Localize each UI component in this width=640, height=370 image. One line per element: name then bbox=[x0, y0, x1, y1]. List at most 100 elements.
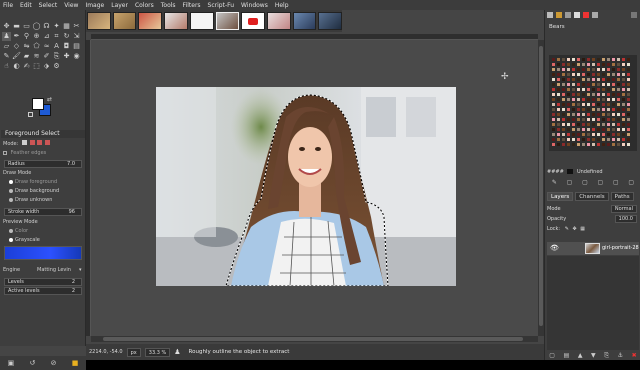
paths-tool-icon[interactable]: ✒ bbox=[12, 32, 21, 41]
refresh-icon[interactable]: ▢ bbox=[598, 179, 604, 187]
preview-color-radio[interactable]: Color bbox=[9, 228, 28, 234]
feather-row[interactable]: Feather edges bbox=[3, 150, 46, 156]
ink-tool-icon[interactable]: ✐ bbox=[42, 52, 51, 61]
eye-icon[interactable]: 👁 bbox=[550, 242, 559, 255]
mode-intersect-icon[interactable] bbox=[44, 140, 50, 145]
move-tool-icon[interactable]: ✥ bbox=[2, 22, 11, 31]
open-icon[interactable]: ▢ bbox=[628, 179, 634, 187]
scale-tool-icon[interactable]: ⇲ bbox=[72, 32, 81, 41]
brushes-tab-icon[interactable] bbox=[547, 12, 553, 18]
engine-row[interactable]: Engine Matting Levin ▾ bbox=[3, 267, 83, 273]
raise-layer-icon[interactable]: ▲ bbox=[578, 352, 583, 360]
warp-tool-icon[interactable]: ≈ bbox=[42, 42, 51, 51]
reset-options-icon[interactable]: ■ bbox=[72, 359, 79, 367]
fonts-tab-icon[interactable] bbox=[565, 12, 571, 18]
smudge-tool-icon[interactable]: ☝ bbox=[2, 62, 11, 71]
airbrush-tool-icon[interactable]: ≋ bbox=[32, 52, 41, 61]
menu-file[interactable]: File bbox=[3, 2, 13, 9]
zoom-tool-icon[interactable]: ⊕ bbox=[32, 32, 41, 41]
crop-tool-icon[interactable]: ⌗ bbox=[52, 32, 61, 41]
duplicate-icon[interactable]: ▢ bbox=[613, 179, 619, 187]
reset-colors-icon[interactable] bbox=[28, 112, 33, 117]
dock-menu-icon[interactable] bbox=[631, 12, 637, 18]
free-select-icon[interactable]: ☊ bbox=[42, 22, 51, 31]
perspective-tool-icon[interactable]: ◇ bbox=[12, 42, 21, 51]
image-tab-thumbnail[interactable] bbox=[215, 12, 240, 30]
save-options-icon[interactable]: ▣ bbox=[8, 359, 15, 367]
image-tab-thumbnail[interactable] bbox=[164, 12, 188, 30]
gegl-op-icon[interactable]: ⚙ bbox=[52, 62, 61, 71]
gradients-tab-icon[interactable] bbox=[583, 12, 589, 18]
draw-background-radio[interactable]: Draw background bbox=[9, 188, 59, 194]
unit-dropdown[interactable]: px bbox=[126, 347, 141, 357]
lock-position-icon[interactable]: ✥ bbox=[572, 226, 576, 232]
ellipse-select-icon[interactable]: ◯ bbox=[32, 22, 41, 31]
image-tab-thumbnail[interactable] bbox=[292, 12, 317, 30]
preview-grayscale-radio[interactable]: Grayscale bbox=[9, 237, 40, 243]
menu-image[interactable]: Image bbox=[85, 2, 104, 9]
pencil-tool-icon[interactable]: ✎ bbox=[2, 52, 11, 61]
image-tab-thumbnail[interactable] bbox=[318, 12, 343, 30]
menu-colors[interactable]: Colors bbox=[135, 2, 154, 9]
delete-options-icon[interactable]: ⊘ bbox=[51, 359, 57, 367]
menu-select[interactable]: Select bbox=[39, 2, 58, 9]
delete-layer-icon[interactable]: ✖ bbox=[632, 352, 637, 360]
edit-palette-icon[interactable]: ✎ bbox=[552, 179, 557, 187]
blur-tool-icon[interactable]: ◉ bbox=[72, 52, 81, 61]
levels-field[interactable]: Levels 2 bbox=[4, 278, 82, 286]
layer-mode-dropdown[interactable]: Normal bbox=[610, 205, 637, 213]
active-levels-field[interactable]: Active levels 2 bbox=[4, 287, 82, 295]
girl-portrait-image[interactable] bbox=[156, 87, 456, 286]
align-tool-icon[interactable]: ▬ bbox=[12, 22, 21, 31]
image-tab-thumbnail[interactable] bbox=[87, 12, 111, 30]
rotate-tool-icon[interactable]: ↻ bbox=[62, 32, 71, 41]
delete-color-icon[interactable]: ▢ bbox=[582, 179, 588, 187]
rect-select-icon[interactable]: ▭ bbox=[22, 22, 31, 31]
bucket-fill-icon[interactable]: ◘ bbox=[62, 42, 71, 51]
radius-field[interactable]: Radius 7.0 bbox=[4, 160, 82, 168]
image-tab-thumbnail[interactable] bbox=[112, 12, 137, 30]
menu-tools[interactable]: Tools bbox=[161, 2, 176, 9]
menu-filters[interactable]: Filters bbox=[183, 2, 201, 9]
lock-pixels-icon[interactable]: ✎ bbox=[565, 226, 569, 232]
shear-tool-icon[interactable]: ▱ bbox=[2, 42, 11, 51]
menu-help[interactable]: Help bbox=[275, 2, 289, 9]
cage-tool-icon[interactable]: ⬠ bbox=[32, 42, 41, 51]
layer-name[interactable]: girl-portrait-28 bbox=[602, 242, 639, 255]
menu-edit[interactable]: Edit bbox=[20, 2, 32, 9]
tab-paths[interactable]: Paths bbox=[610, 192, 634, 201]
preview-color-bar[interactable] bbox=[4, 246, 82, 260]
new-group-icon[interactable]: ▤ bbox=[564, 352, 570, 360]
scrollbar-thumb[interactable] bbox=[103, 337, 523, 341]
layer-row[interactable]: 👁 girl-portrait-28 bbox=[547, 242, 639, 255]
dynamics-tab-icon[interactable] bbox=[592, 12, 598, 18]
foreground-color-swatch[interactable] bbox=[32, 98, 44, 110]
unified-transform-icon[interactable]: ⬗ bbox=[42, 62, 51, 71]
fuzzy-select-icon[interactable]: ✦ bbox=[52, 22, 61, 31]
layers-list-area[interactable] bbox=[547, 256, 639, 350]
eraser-tool-icon[interactable]: ▰ bbox=[22, 52, 31, 61]
clone-tool-icon[interactable]: ⎘ bbox=[52, 52, 61, 61]
palette-swatches[interactable] bbox=[549, 55, 637, 151]
lower-layer-icon[interactable]: ▼ bbox=[591, 352, 596, 360]
mode-replace-icon[interactable] bbox=[21, 140, 27, 145]
palette-entry-name[interactable]: Undefined bbox=[577, 169, 603, 175]
mode-subtract-icon[interactable] bbox=[37, 140, 43, 145]
image-tab-thumbnail[interactable] bbox=[189, 12, 214, 30]
foreground-select-icon[interactable]: ♟ bbox=[2, 32, 11, 41]
heal-tool-icon[interactable]: ✚ bbox=[62, 52, 71, 61]
engine-dropdown[interactable]: Matting Levin bbox=[37, 267, 71, 273]
new-color-icon[interactable]: ▢ bbox=[567, 179, 573, 187]
horizontal-scrollbar[interactable] bbox=[91, 336, 538, 342]
duplicate-layer-icon[interactable]: ⎘ bbox=[604, 352, 609, 360]
menu-view[interactable]: View bbox=[64, 2, 78, 9]
palette-swatch[interactable] bbox=[626, 142, 631, 147]
dodge-burn-tool-icon[interactable]: ◐ bbox=[12, 62, 21, 71]
color-select-icon[interactable]: ▦ bbox=[62, 22, 71, 31]
flip-tool-icon[interactable]: ⇋ bbox=[22, 42, 31, 51]
menu-script-fu[interactable]: Script-Fu bbox=[208, 2, 235, 9]
draw-unknown-radio[interactable]: Draw unknown bbox=[9, 197, 52, 203]
lock-alpha-icon[interactable]: ▦ bbox=[580, 226, 585, 232]
text-tool-icon[interactable]: A bbox=[52, 42, 61, 51]
gradient-tool-icon[interactable]: ▤ bbox=[72, 42, 81, 51]
